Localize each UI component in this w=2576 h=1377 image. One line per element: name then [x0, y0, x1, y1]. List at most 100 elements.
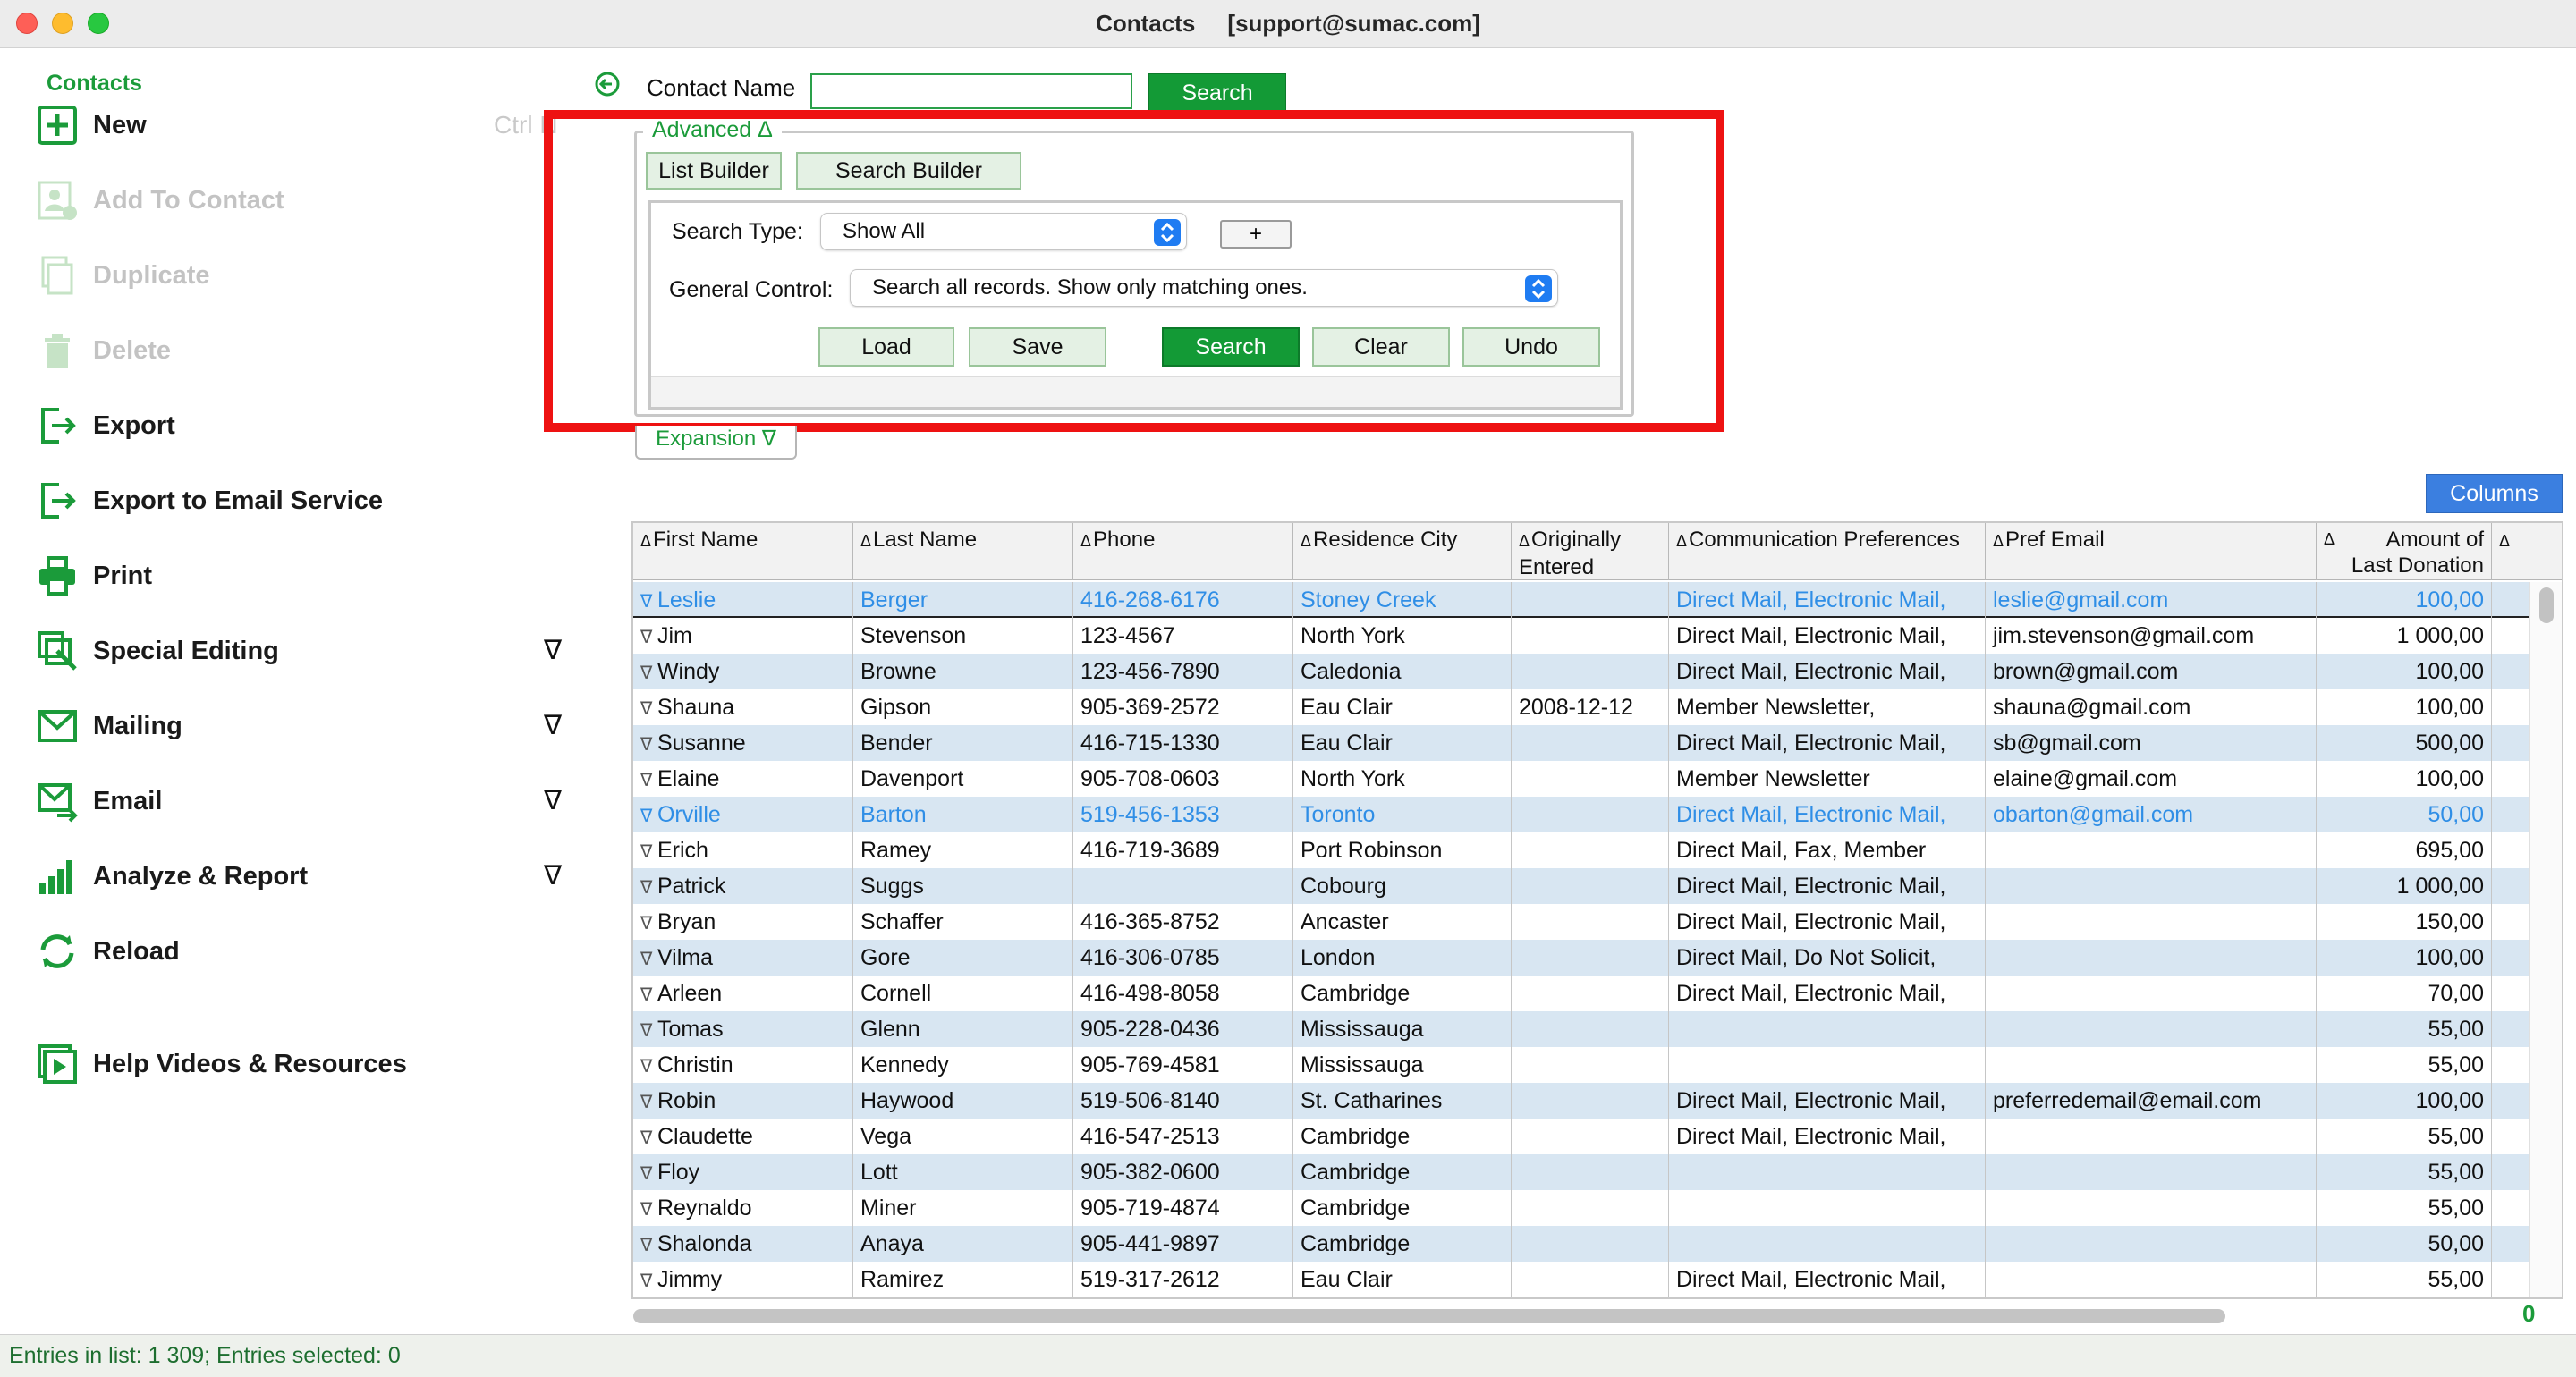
cell-phone: 905-369-2572 — [1073, 689, 1293, 725]
row-expand-icon[interactable]: ∇ — [640, 842, 657, 862]
table-row[interactable]: ∇ Bryan Schaffer 416-365-8752 Ancaster Direc… — [633, 904, 2533, 940]
table-row[interactable]: ∇ Jim Stevenson 123-4567 North York Direct M… — [633, 618, 2533, 654]
horizontal-scrollbar[interactable] — [631, 1305, 2546, 1327]
table-row[interactable]: ∇ Leslie Berger 416-268-6176 Stoney Creek Di… — [633, 582, 2533, 618]
column-header-phone[interactable]: ΔPhone — [1073, 523, 1293, 580]
cell-last-name: Vega — [853, 1119, 1073, 1154]
chevron-down-icon[interactable]: ∇ — [544, 635, 562, 666]
sidebar-item-help-videos[interactable]: Help Videos & Resources — [34, 1037, 589, 1091]
cell-first-name-text: Jim — [657, 623, 692, 648]
row-expand-icon[interactable]: ∇ — [640, 1093, 657, 1112]
sidebar-item-special-editing[interactable]: Special Editing ∇ — [34, 624, 589, 678]
table-row[interactable]: ∇ Claudette Vega 416-547-2513 Cambridge Dire… — [633, 1119, 2533, 1154]
sidebar-item-export[interactable]: Export — [34, 399, 589, 452]
cell-residence-city-text: Cambridge — [1301, 1160, 1411, 1185]
contact-name-input[interactable] — [810, 73, 1132, 109]
cell-pref-email-text: jim.stevenson@gmail.com — [1993, 623, 2255, 648]
table-row[interactable]: ∇ Susanne Bender 416-715-1330 Eau Clair Dire… — [633, 725, 2533, 761]
sort-arrow-icon: Δ — [640, 532, 652, 550]
row-expand-icon[interactable]: ∇ — [640, 1021, 657, 1041]
search-button[interactable]: Search — [1148, 73, 1286, 113]
row-expand-icon[interactable]: ∇ — [640, 985, 657, 1005]
row-expand-icon[interactable]: ∇ — [640, 592, 657, 612]
column-header-originally-entered[interactable]: ΔOriginally Entered — [1512, 523, 1669, 580]
row-expand-icon[interactable]: ∇ — [640, 1164, 657, 1184]
row-expand-icon[interactable]: ∇ — [640, 735, 657, 755]
table-row[interactable]: ∇ Vilma Gore 416-306-0785 London Direct Mail… — [633, 940, 2533, 976]
vertical-scrollbar[interactable] — [2529, 582, 2562, 1297]
load-button[interactable]: Load — [818, 327, 954, 367]
sidebar-item-analyze-report[interactable]: Analyze & Report ∇ — [34, 849, 589, 903]
column-header-communication-preferences[interactable]: ΔCommunication Preferences — [1669, 523, 1986, 580]
table-row[interactable]: ∇ Orville Barton 519-456-1353 Toronto Direct… — [633, 797, 2533, 832]
sidebar-item-print[interactable]: Print — [34, 549, 589, 603]
row-expand-icon[interactable]: ∇ — [640, 1128, 657, 1148]
tab-list-builder[interactable]: List Builder — [646, 152, 782, 190]
column-header-last-name[interactable]: ΔLast Name — [853, 523, 1073, 580]
tab-search-builder[interactable]: Search Builder — [796, 152, 1021, 190]
column-header-residence-city[interactable]: ΔResidence City — [1293, 523, 1512, 580]
row-expand-icon[interactable]: ∇ — [640, 1271, 657, 1291]
table-row[interactable]: ∇ Erich Ramey 416-719-3689 Port Robinson Dir… — [633, 832, 2533, 868]
sidebar-item-reload[interactable]: Reload — [34, 925, 589, 978]
columns-button[interactable]: Columns — [2426, 474, 2563, 513]
clear-button[interactable]: Clear — [1312, 327, 1450, 367]
table-row[interactable]: ∇ Robin Haywood 519-506-8140 St. Catharines… — [633, 1083, 2533, 1119]
sidebar-item-export-email-service[interactable]: Export to Email Service — [34, 474, 589, 528]
save-button[interactable]: Save — [969, 327, 1106, 367]
row-expand-icon[interactable]: ∇ — [640, 1057, 657, 1077]
back-arrow-icon[interactable] — [594, 71, 621, 97]
sidebar-item-new[interactable]: New Ctrl N — [34, 98, 589, 152]
row-expand-icon[interactable]: ∇ — [640, 914, 657, 933]
table-row[interactable]: ∇ Christin Kennedy 905-769-4581 Mississauga… — [633, 1047, 2533, 1083]
cell-first-name-text: Arleen — [657, 981, 723, 1006]
row-expand-icon[interactable]: ∇ — [640, 1236, 657, 1255]
general-control-select[interactable]: Search all records. Show only matching o… — [850, 269, 1558, 307]
sidebar-item-delete[interactable]: Delete — [34, 324, 589, 377]
chevron-down-icon[interactable]: ∇ — [544, 860, 562, 891]
column-header-first-name[interactable]: ΔFirst Name — [633, 523, 853, 580]
cell-first-name: ∇ Arleen — [633, 976, 853, 1011]
table-row[interactable]: ∇ Elaine Davenport 905-708-0603 North York M… — [633, 761, 2533, 797]
cell-residence-city-text: Cambridge — [1301, 1195, 1411, 1221]
row-expand-icon[interactable]: ∇ — [640, 663, 657, 683]
advanced-search-button[interactable]: Search — [1162, 327, 1300, 367]
row-expand-icon[interactable]: ∇ — [640, 628, 657, 647]
cell-originally-entered — [1512, 797, 1669, 832]
sidebar-item-duplicate[interactable]: Duplicate — [34, 249, 589, 302]
table-row[interactable]: ∇ Patrick Suggs Cobourg Direct Mail, Electr… — [633, 868, 2533, 904]
trash-icon — [34, 327, 80, 374]
vertical-scroll-thumb[interactable] — [2539, 587, 2554, 623]
column-header-extra[interactable]: Δ — [2492, 523, 2562, 580]
expansion-toggle[interactable]: Expansion ∇ — [635, 426, 797, 460]
horizontal-scroll-thumb[interactable] — [633, 1309, 2225, 1323]
advanced-toggle[interactable]: Advanced Δ — [643, 117, 782, 143]
sidebar-item-mailing[interactable]: Mailing ∇ — [34, 699, 589, 753]
row-expand-icon[interactable]: ∇ — [640, 807, 657, 826]
table-row[interactable]: ∇ Tomas Glenn 905-228-0436 Mississauga 55,00 — [633, 1011, 2533, 1047]
search-type-select[interactable]: Show All — [820, 213, 1187, 250]
sidebar-item-label: Export — [93, 410, 175, 440]
table-row[interactable]: ∇ Jimmy Ramirez 519-317-2612 Eau Clair Direc… — [633, 1262, 2533, 1297]
table-row[interactable]: ∇ Reynaldo Miner 905-719-4874 Cambridge 55,0… — [633, 1190, 2533, 1226]
row-expand-icon[interactable]: ∇ — [640, 878, 657, 898]
chevron-down-icon[interactable]: ∇ — [544, 785, 562, 816]
sidebar-item-add-to-contact[interactable]: Add To Contact — [34, 173, 589, 227]
chevron-down-icon[interactable]: ∇ — [544, 710, 562, 741]
table-row[interactable]: ∇ Shalonda Anaya 905-441-9897 Cambridge 50,0… — [633, 1226, 2533, 1262]
row-expand-icon[interactable]: ∇ — [640, 699, 657, 719]
row-expand-icon[interactable]: ∇ — [640, 950, 657, 969]
add-criteria-button[interactable]: + — [1220, 220, 1292, 249]
table-row[interactable]: ∇ Windy Browne 123-456-7890 Caledonia Direct… — [633, 654, 2533, 689]
row-expand-icon[interactable]: ∇ — [640, 771, 657, 790]
column-header-pref-email[interactable]: ΔPref Email — [1986, 523, 2317, 580]
sidebar-item-email[interactable]: Email ∇ — [34, 774, 589, 828]
row-expand-icon[interactable]: ∇ — [640, 1200, 657, 1220]
table-row[interactable]: ∇ Floy Lott 905-382-0600 Cambridge 55,00 — [633, 1154, 2533, 1190]
table-row[interactable]: ∇ Shauna Gipson 905-369-2572 Eau Clair 2008-… — [633, 689, 2533, 725]
column-header-amount-last-donation[interactable]: Δ Amount of Last Donation — [2317, 523, 2492, 580]
cell-first-name: ∇ Tomas — [633, 1011, 853, 1047]
table-row[interactable]: ∇ Arleen Cornell 416-498-8058 Cambridge Dire… — [633, 976, 2533, 1011]
undo-button[interactable]: Undo — [1462, 327, 1600, 367]
cell-last-name: Browne — [853, 654, 1073, 689]
